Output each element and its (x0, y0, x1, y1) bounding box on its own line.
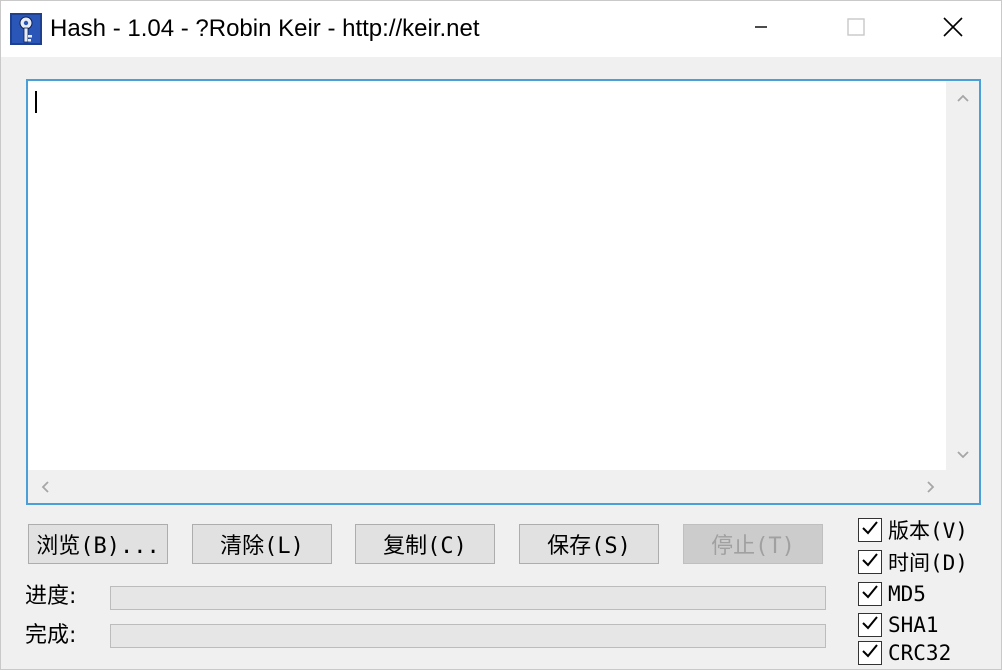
save-button[interactable]: 保存(S) (519, 524, 659, 564)
maximize-button (816, 1, 896, 57)
scroll-up-icon[interactable] (946, 81, 979, 114)
checkbox-crc32[interactable]: CRC32 (858, 638, 951, 668)
maximize-icon (846, 17, 866, 41)
checkbox-box[interactable] (858, 641, 882, 665)
checkmark-icon (860, 518, 880, 542)
progress-bar (110, 586, 826, 610)
key-icon (10, 13, 42, 45)
minimize-icon (753, 19, 769, 39)
minimize-button[interactable] (721, 1, 801, 57)
checkbox-sha1[interactable]: SHA1 (858, 610, 939, 640)
checkbox-label: CRC32 (888, 641, 952, 665)
close-button[interactable] (913, 1, 993, 57)
checkmark-icon (860, 550, 880, 574)
checkbox-label: 版本(V) (888, 519, 968, 543)
hash-output-textarea[interactable] (26, 79, 981, 505)
scroll-down-icon[interactable] (946, 438, 979, 471)
checkbox-md5[interactable]: MD5 (858, 579, 926, 609)
checkmark-icon (860, 641, 880, 665)
checkbox-version[interactable]: 版本(V) (858, 515, 968, 545)
scroll-corner (946, 470, 979, 503)
checkbox-label: 时间(D) (888, 551, 968, 575)
checkbox-box[interactable] (858, 613, 882, 637)
horizontal-scrollbar[interactable] (28, 470, 947, 503)
checkbox-box[interactable] (858, 550, 882, 574)
checkbox-time[interactable]: 时间(D) (858, 547, 968, 577)
progress-label: 进度: (25, 584, 77, 609)
checkbox-box[interactable] (858, 582, 882, 606)
vertical-scrollbar[interactable] (946, 81, 979, 471)
copy-button[interactable]: 复制(C) (355, 524, 495, 564)
checkbox-box[interactable] (858, 518, 882, 542)
text-caret (35, 91, 37, 113)
close-icon (942, 16, 964, 42)
checkbox-label: MD5 (888, 582, 926, 606)
scroll-left-icon[interactable] (28, 470, 61, 503)
done-label: 完成: (25, 623, 77, 648)
window-title: Hash - 1.04 - ?Robin Keir - http://keir.… (50, 15, 480, 42)
clear-button[interactable]: 清除(L) (192, 524, 332, 564)
scroll-right-icon[interactable] (914, 470, 947, 503)
checkmark-icon (860, 613, 880, 637)
hash-window: Hash - 1.04 - ?Robin Keir - http://keir.… (0, 0, 1002, 670)
checkmark-icon (860, 582, 880, 606)
done-bar (110, 624, 826, 648)
stop-button: 停止(T) (683, 524, 823, 564)
title-bar[interactable]: Hash - 1.04 - ?Robin Keir - http://keir.… (1, 1, 1001, 57)
checkbox-label: SHA1 (888, 613, 939, 637)
browse-button[interactable]: 浏览(B)... (28, 524, 168, 564)
